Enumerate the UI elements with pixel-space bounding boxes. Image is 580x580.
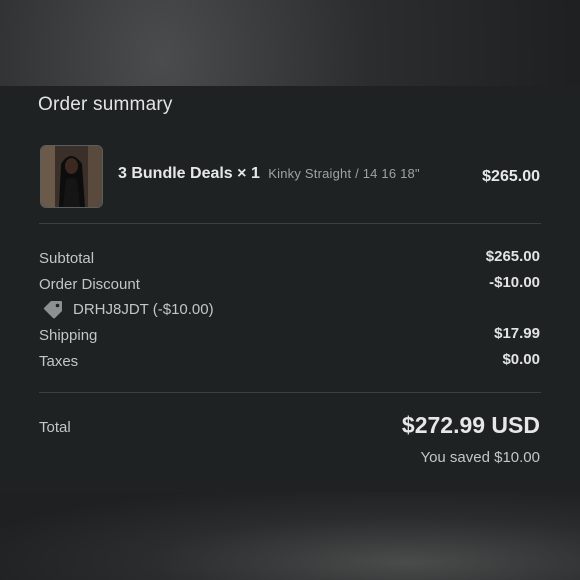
order-discount-label: Order Discount [39,276,140,293]
subtotal-value: $265.00 [485,248,540,265]
taxes-label: Taxes [39,353,79,370]
product-thumbnail [40,145,103,208]
product-line: 3 Bundle Deals × 1 Kinky Straight / 14 1… [118,165,420,183]
total-value: $272.99 USD [401,412,540,438]
divider [39,223,541,224]
savings-note: You saved $10.00 [420,449,540,466]
discount-code-line: DRHJ8JDT (-$10.00) [42,299,214,319]
product-name: 3 Bundle Deals × 1 [118,165,260,182]
discount-code: DRHJ8JDT (-$10.00) [73,300,214,318]
background-bottom [0,492,580,580]
total-label: Total [39,419,71,436]
shipping-value: $17.99 [494,325,540,342]
subtotal-label: Subtotal [39,250,95,267]
divider [39,392,541,393]
order-summary-title: Order summary [38,94,173,115]
order-discount-value: -$10.00 [489,274,540,291]
product-photo-icon [41,146,102,207]
tag-icon [42,299,64,319]
shipping-label: Shipping [39,327,98,344]
product-price: $265.00 [482,168,540,185]
product-variant: Kinky Straight / 14 16 18" [268,166,420,181]
taxes-value: $0.00 [502,351,540,368]
